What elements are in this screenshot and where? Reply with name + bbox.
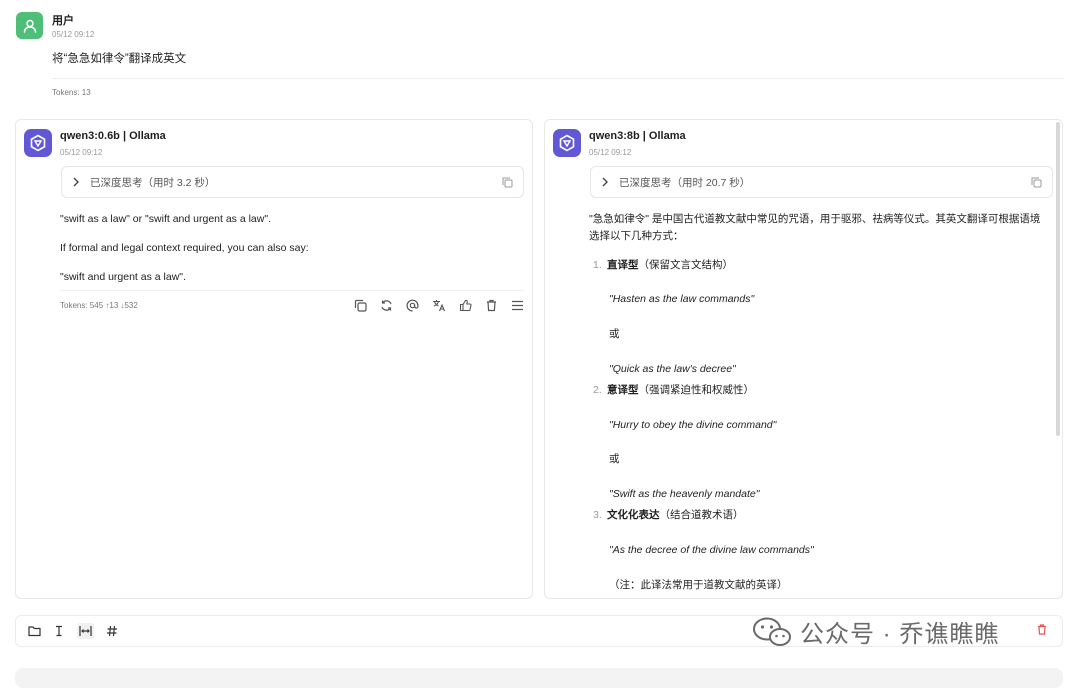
item-note: （强调紧迫性和权威性） (638, 383, 755, 396)
response-panel-left: qwen3:0.6b | Ollama 05/12 09:12 已深度思考（用时… (15, 119, 533, 599)
text-format-icon[interactable] (53, 625, 65, 637)
item-title: 直译型 (607, 258, 639, 271)
response-paragraph: "swift and urgent as a law". (60, 270, 186, 283)
response-content: "急急如律令" 是中国古代道教文献中常见的咒语，用于驱邪、祛病等仪式。其英文翻译… (589, 211, 1049, 593)
thumbs-up-icon[interactable] (459, 299, 472, 312)
or-label: 或 (609, 328, 620, 341)
divider (52, 78, 1064, 79)
response-panel-right: qwen3:8b | Ollama 05/12 09:12 已深度思考（用时 2… (544, 119, 1063, 599)
user-icon (23, 19, 36, 33)
user-avatar (16, 12, 43, 39)
or-label: 或 (609, 453, 620, 466)
copy-icon[interactable] (354, 299, 367, 312)
translation-list: 1. 直译型（保留文言文结构） "Hasten as the law comma… (589, 257, 1049, 594)
delete-icon[interactable] (1037, 624, 1047, 635)
scrollbar[interactable] (1056, 122, 1060, 436)
watermark-text: 公众号 · 乔谯瞧瞧 (800, 621, 1000, 648)
translation-option: "Hurry to obey the divine command" (609, 418, 777, 431)
model-avatar (24, 129, 52, 157)
thinking-label: 已深度思考（用时 20.7 秒） (619, 176, 751, 189)
translation-option: "Quick as the law's decree" (609, 362, 736, 375)
item-note: （结合道教术语） (659, 508, 744, 521)
user-message-text: 将“急急如律令”翻译成英文 (52, 53, 187, 65)
list-number: 3. (593, 508, 602, 521)
response-intro: "急急如律令" 是中国古代道教文献中常见的咒语，用于驱邪、祛病等仪式。其英文翻译… (589, 213, 1041, 242)
message-time: 05/12 09:12 (60, 148, 103, 157)
message-time: 05/12 09:12 (589, 148, 632, 157)
wechat-logo-icon (753, 617, 791, 646)
item-note: （保留文言文结构） (638, 258, 734, 271)
item-title: 文化化表达 (607, 508, 660, 521)
list-item: 3. 文化化表达（结合道教术语） "As the decree of the d… (589, 507, 1049, 593)
list-item: 2. 意译型（强调紧迫性和权威性） "Hurry to obey the div… (589, 382, 1049, 503)
translation-option: "Swift as the heavenly mandate" (609, 488, 760, 501)
token-count: Tokens: 545 ↑13 ↓532 (60, 301, 138, 310)
thinking-label: 已深度思考（用时 3.2 秒） (90, 176, 216, 189)
folder-icon[interactable] (28, 625, 41, 637)
translate-icon[interactable] (432, 299, 446, 312)
qwen-logo-icon (559, 134, 575, 152)
response-content: "swift as a law" or "swift and urgent as… (60, 211, 520, 297)
list-number: 1. (593, 258, 602, 271)
regenerate-icon[interactable] (380, 299, 393, 312)
list-item: 1. 直译型（保留文言文结构） "Hasten as the law comma… (589, 257, 1049, 378)
model-avatar (553, 129, 581, 157)
response-paragraph: If formal and legal context required, yo… (60, 241, 309, 254)
item-title: 意译型 (607, 383, 639, 396)
response-paragraph: "swift as a law" or "swift and urgent as… (60, 213, 271, 225)
width-toggle-icon[interactable] (77, 623, 94, 639)
translation-option: "As the decree of the divine law command… (609, 543, 814, 556)
thinking-toggle[interactable]: 已深度思考（用时 20.7 秒） (590, 166, 1053, 198)
translation-note: （注：此译法常用于道教文献的英译） (609, 578, 788, 591)
message-footer: Tokens: 545 ↑13 ↓532 (60, 290, 524, 312)
mention-icon[interactable] (406, 299, 419, 312)
qwen-logo-icon (30, 134, 46, 152)
delete-icon[interactable] (485, 299, 498, 312)
message-input[interactable] (15, 668, 1063, 688)
chevron-right-icon (72, 177, 80, 187)
user-tokens: Tokens: 13 (52, 88, 91, 97)
list-number: 2. (593, 383, 602, 396)
copy-icon[interactable] (1031, 177, 1042, 188)
thinking-toggle[interactable]: 已深度思考（用时 3.2 秒） (61, 166, 524, 198)
message-actions (354, 299, 524, 312)
menu-icon[interactable] (511, 299, 524, 312)
watermark: 公众号 · 乔谯瞧瞧 (752, 614, 999, 649)
user-name: 用户 (52, 15, 74, 27)
copy-icon[interactable] (502, 177, 513, 188)
user-message-time: 05/12 09:12 (52, 30, 95, 39)
model-name: qwen3:0.6b | Ollama (60, 130, 166, 142)
chevron-right-icon (601, 177, 609, 187)
translation-option: "Hasten as the law commands" (609, 293, 755, 306)
hash-icon[interactable] (106, 625, 118, 637)
model-name: qwen3:8b | Ollama (589, 130, 686, 142)
